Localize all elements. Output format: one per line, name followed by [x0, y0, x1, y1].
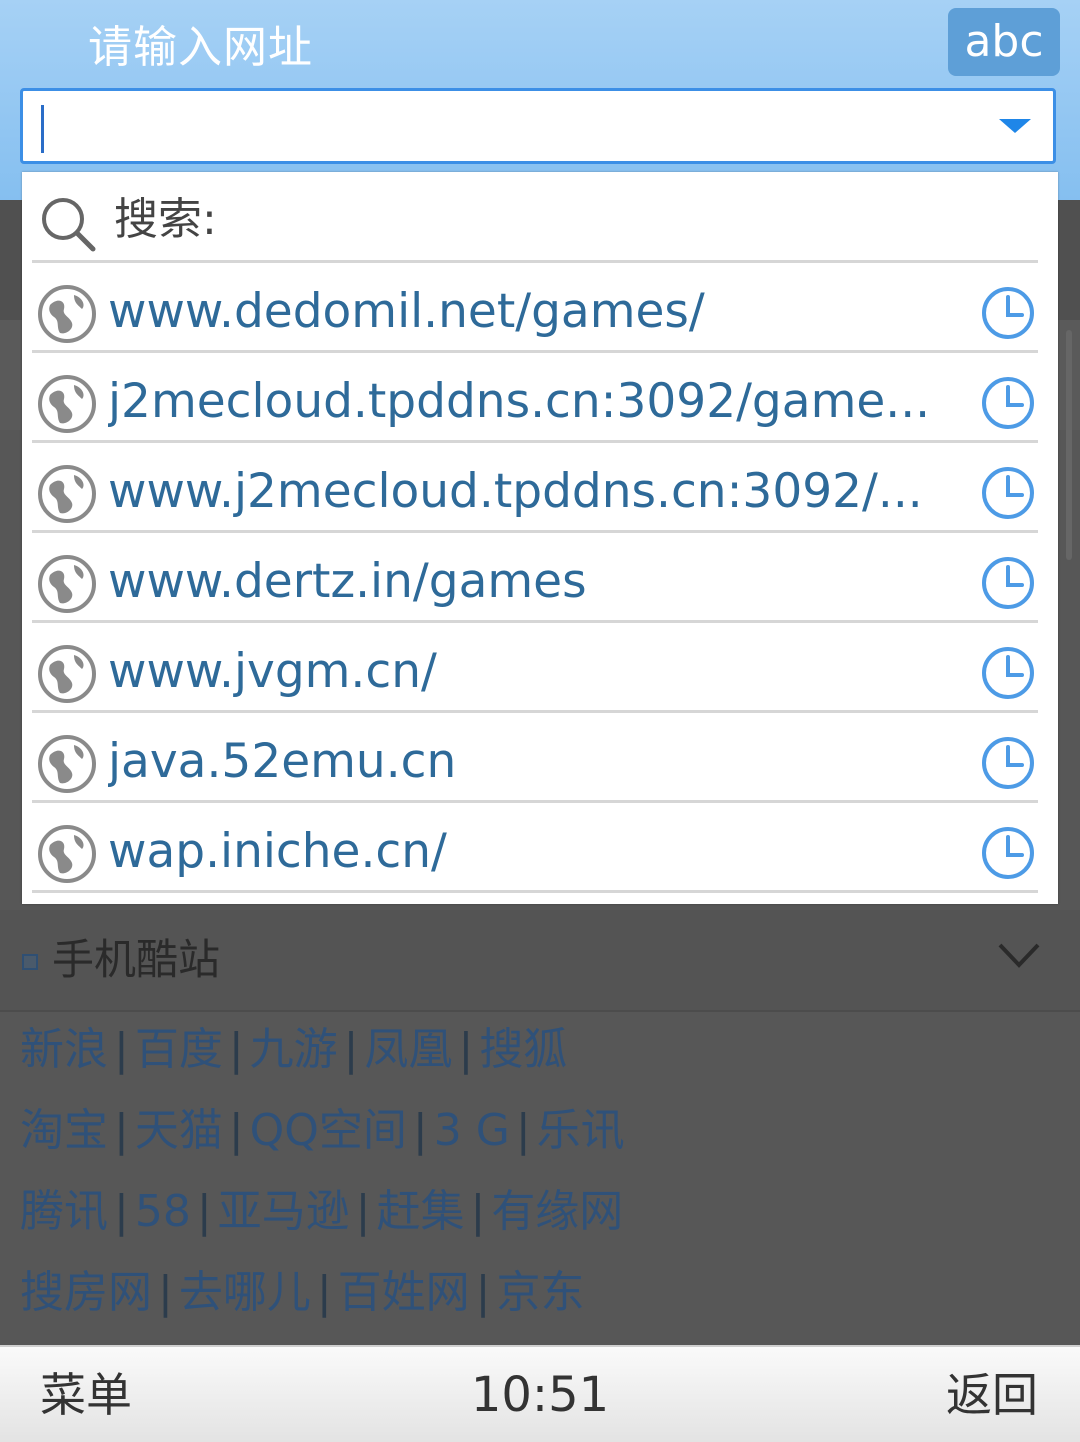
suggestion-row[interactable]: www.dedomil.net/games/	[32, 263, 1038, 353]
quick-link[interactable]: QQ空间	[250, 1105, 407, 1156]
globe-icon	[36, 553, 98, 615]
dropdown-arrow-icon[interactable]	[999, 119, 1031, 133]
menu-softkey[interactable]: 菜单	[40, 1365, 132, 1425]
back-softkey[interactable]: 返回	[946, 1365, 1038, 1425]
suggestion-row[interactable]: wap.iniche.cn/	[32, 803, 1038, 893]
quick-link[interactable]: 天猫	[135, 1105, 223, 1156]
suggestion-url: www.j2mecloud.tpddns.cn:3092/...	[108, 464, 923, 519]
quick-link[interactable]: 58	[135, 1186, 191, 1237]
suggestion-row[interactable]: www.jvgm.cn/	[32, 623, 1038, 713]
history-clock-icon[interactable]	[980, 465, 1036, 521]
link-separator: |	[114, 1186, 129, 1237]
chevron-down-icon[interactable]	[994, 935, 1044, 975]
link-separator: |	[515, 1105, 531, 1156]
quick-links: 新浪 | 百度 | 九游 | 凤凰 | 搜狐 淘宝 | 天猫 | QQ空间 | 3 G | 乐讯 腾讯 | 58 | 亚马逊…	[20, 1020, 1070, 1344]
suggestion-url: www.jvgm.cn/	[108, 644, 437, 699]
suggestion-dropdown: 搜索: www.dedomil.net/games/j2mecloud.tpdd…	[22, 172, 1058, 904]
url-input[interactable]	[33, 97, 977, 157]
background-scrollbar	[1066, 330, 1072, 560]
link-separator: |	[412, 1105, 428, 1156]
suggestion-row[interactable]: j2mecloud.tpddns.cn:3092/game...	[32, 353, 1038, 443]
globe-icon	[36, 643, 98, 705]
text-caret	[41, 105, 44, 153]
suggestion-url: j2mecloud.tpddns.cn:3092/game...	[108, 374, 931, 429]
link-separator: |	[475, 1267, 491, 1318]
link-row: 新浪 | 百度 | 九游 | 凤凰 | 搜狐	[20, 1020, 1070, 1101]
history-clock-icon[interactable]	[980, 825, 1036, 881]
link-separator: |	[158, 1267, 173, 1318]
quick-link[interactable]: 腾讯	[20, 1186, 108, 1237]
quick-link[interactable]: 京东	[496, 1267, 584, 1318]
link-row: 搜房网 | 去哪儿 | 百姓网 | 京东	[20, 1263, 1070, 1344]
link-separator: |	[196, 1186, 212, 1237]
suggestion-row[interactable]: www.j2mecloud.tpddns.cn:3092/...	[32, 443, 1038, 533]
section-bullet-icon	[22, 954, 38, 970]
quick-link[interactable]: 新浪	[20, 1024, 108, 1075]
link-separator: |	[114, 1024, 129, 1075]
globe-icon	[36, 283, 98, 345]
section-title: 手机酷站	[52, 935, 221, 984]
quick-link[interactable]: 百度	[135, 1024, 223, 1075]
globe-icon	[36, 463, 98, 525]
quick-link[interactable]: 乐讯	[537, 1105, 625, 1156]
address-header: 请输入网址 abc	[0, 0, 1080, 200]
link-separator: |	[355, 1186, 371, 1237]
quick-link[interactable]: 九游	[250, 1024, 338, 1075]
input-mode-badge[interactable]: abc	[948, 8, 1060, 76]
search-icon	[42, 198, 96, 252]
suggestion-url: www.dertz.in/games	[108, 554, 587, 609]
link-separator: |	[114, 1105, 129, 1156]
history-clock-icon[interactable]	[980, 735, 1036, 791]
search-label: 搜索:	[114, 194, 217, 245]
url-input-box[interactable]	[20, 88, 1056, 164]
link-row: 淘宝 | 天猫 | QQ空间 | 3 G | 乐讯	[20, 1101, 1070, 1182]
globe-icon	[36, 823, 98, 885]
quick-link[interactable]: 去哪儿	[179, 1267, 311, 1318]
quick-link[interactable]: 3 G	[434, 1105, 510, 1156]
quick-link[interactable]: 亚马逊	[218, 1186, 350, 1237]
suggestion-row[interactable]: java.52emu.cn	[32, 713, 1038, 803]
suggestion-url: wap.iniche.cn/	[108, 824, 447, 879]
link-separator: |	[228, 1105, 244, 1156]
link-separator: |	[316, 1267, 332, 1318]
quick-link[interactable]: 搜房网	[20, 1267, 152, 1318]
suggestion-url: www.dedomil.net/games/	[108, 284, 705, 339]
suggestion-url: java.52emu.cn	[108, 734, 457, 789]
quick-link[interactable]: 凤凰	[364, 1024, 452, 1075]
history-clock-icon[interactable]	[980, 555, 1036, 611]
quick-link[interactable]: 有缘网	[491, 1186, 623, 1237]
clock-time: 10:51	[470, 1367, 610, 1423]
suggestion-row[interactable]: www.dertz.in/games	[32, 533, 1038, 623]
history-clock-icon[interactable]	[980, 375, 1036, 431]
history-clock-icon[interactable]	[980, 645, 1036, 701]
quick-link[interactable]: 赶集	[376, 1186, 464, 1237]
quick-link[interactable]: 搜狐	[479, 1024, 567, 1075]
quick-link[interactable]: 淘宝	[20, 1105, 108, 1156]
history-clock-icon[interactable]	[980, 285, 1036, 341]
link-row: 腾讯 | 58 | 亚马逊 | 赶集 | 有缘网	[20, 1182, 1070, 1263]
link-separator: |	[228, 1024, 244, 1075]
globe-icon	[36, 373, 98, 435]
quick-link[interactable]: 百姓网	[338, 1267, 470, 1318]
header-title: 请输入网址	[88, 22, 313, 73]
search-suggestion-row[interactable]: 搜索:	[32, 172, 1038, 263]
softkey-bar: 10:51 菜单 返回	[0, 1345, 1080, 1442]
link-separator: |	[458, 1024, 474, 1075]
globe-icon	[36, 733, 98, 795]
link-separator: |	[470, 1186, 486, 1237]
link-separator: |	[343, 1024, 359, 1075]
